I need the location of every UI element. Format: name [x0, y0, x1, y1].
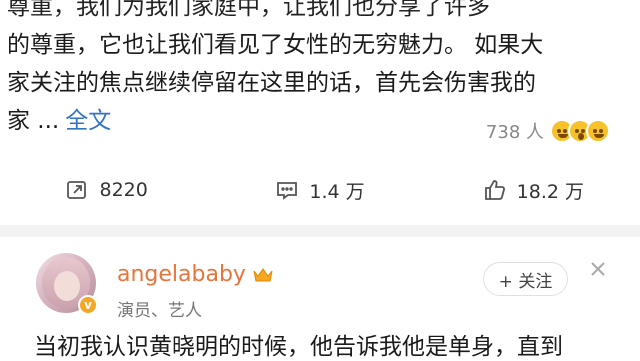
post-preview-text: 当初我认识黄晓明的时候，他告诉我他是单身，直到	[34, 334, 563, 360]
laugh-emoji-icon	[586, 119, 610, 143]
reaction-summary[interactable]: 738 人	[486, 116, 610, 146]
repost-button[interactable]: 8220	[0, 178, 213, 202]
username-text: angelababy	[117, 262, 246, 287]
comment-count: 1.4 万	[309, 180, 365, 203]
post-line-partial: 尊重，我们为我们家庭中，让我们也分享了许多	[7, 0, 490, 20]
post-line-1: 的尊重，它也让我们看见了女性的无穷魅力。 如果大	[7, 32, 544, 58]
username[interactable]: angelababy	[117, 262, 274, 287]
follow-button[interactable]: + 关注	[483, 262, 568, 296]
verified-badge-icon: v	[78, 295, 98, 315]
like-icon	[484, 180, 505, 200]
crown-icon	[253, 267, 273, 281]
repost-icon	[67, 181, 87, 199]
comment-button[interactable]: 1.4 万	[213, 177, 426, 204]
post-line-2: 家关注的焦点继续停留在这里的话，首先会伤害我的	[7, 70, 536, 96]
action-bar: 8220 1.4 万 18.2 万	[0, 160, 640, 220]
like-count: 18.2 万	[516, 180, 584, 203]
like-button[interactable]: 18.2 万	[427, 177, 640, 204]
reaction-count: 738 人	[485, 122, 544, 143]
comment-icon	[277, 182, 298, 200]
close-icon[interactable]	[589, 260, 607, 278]
author-card: v angelababy 演员、艺人 + 关注 当初我认识黄晓明的时候，他告诉我…	[0, 237, 640, 360]
repost-count: 8220	[99, 179, 148, 201]
post-line-3-text: 家 ...	[7, 108, 60, 134]
weibo-card: 尊重，我们为我们家庭中，让我们也分享了许多 的尊重，它也让我们看见了女性的无穷魅…	[0, 0, 640, 360]
section-divider	[0, 225, 640, 237]
expand-full-text-link[interactable]: 全文	[65, 108, 111, 134]
reaction-emojis	[550, 119, 610, 143]
verified-title: 演员、艺人	[117, 301, 202, 321]
